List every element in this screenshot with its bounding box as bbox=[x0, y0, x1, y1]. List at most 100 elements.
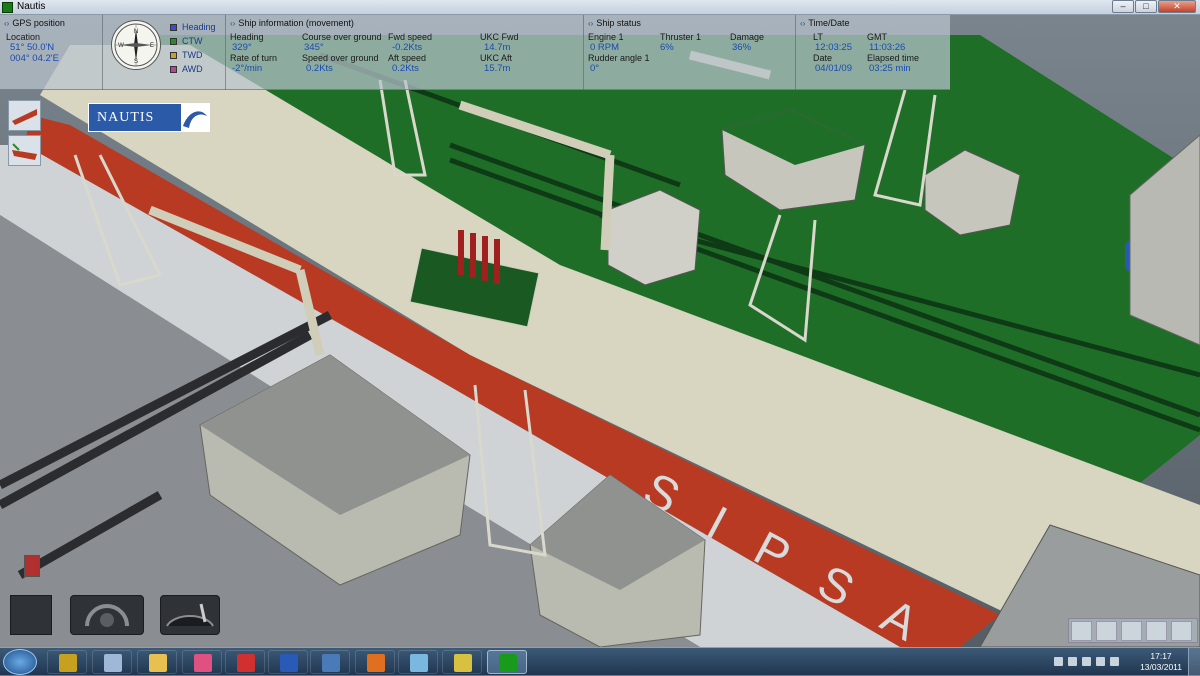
expand-arrows-icon[interactable]: ‹› bbox=[800, 19, 805, 28]
heading-value: 329° bbox=[232, 42, 252, 53]
elapsed-label: Elapsed time bbox=[867, 53, 920, 63]
volume-icon[interactable] bbox=[1110, 657, 1119, 666]
engine-value: 0 RPM bbox=[590, 42, 620, 53]
ukc-aft-value: 15.7m bbox=[484, 63, 511, 74]
heading-label: Heading bbox=[230, 32, 264, 42]
taskbar-button[interactable] bbox=[268, 650, 308, 674]
calculator-icon bbox=[104, 654, 122, 672]
damage-label: Damage bbox=[730, 32, 765, 42]
wave-logo-icon bbox=[181, 104, 209, 132]
ukc-fwd-label: UKC Fwd bbox=[480, 32, 519, 42]
media-icon bbox=[59, 654, 77, 672]
steering-wheel-icon bbox=[85, 604, 129, 627]
expand-arrows-icon[interactable]: ‹› bbox=[230, 19, 235, 28]
color-view-button[interactable] bbox=[1071, 621, 1092, 641]
folder-icon bbox=[149, 654, 167, 672]
date-value: 04/01/09 bbox=[815, 63, 852, 74]
taskbar-button[interactable] bbox=[92, 650, 132, 674]
show-desktop-button[interactable] bbox=[1188, 648, 1200, 676]
sog-label: Speed over ground bbox=[302, 53, 379, 63]
thruster-label: Thruster 1 bbox=[660, 32, 702, 42]
system-clock[interactable]: 17:17 13/03/2011 bbox=[1140, 651, 1182, 673]
taskbar-button[interactable] bbox=[182, 650, 222, 674]
ship-status-panel: ‹› Ship status Engine 1 0 RPM Thruster 1 … bbox=[584, 15, 796, 90]
wireframe-view-button[interactable] bbox=[1096, 621, 1117, 641]
maximize-button[interactable]: □ bbox=[1135, 0, 1157, 13]
rudder-value: 0° bbox=[590, 63, 600, 74]
gmt-value: 11:03:26 bbox=[869, 42, 906, 53]
aft-speed-label: Aft speed bbox=[388, 53, 427, 63]
word-icon bbox=[280, 654, 298, 672]
close-button[interactable]: ✕ bbox=[1158, 0, 1196, 13]
minimize-button[interactable]: – bbox=[1112, 0, 1134, 13]
gmt-label: GMT bbox=[867, 32, 887, 42]
ship-view-thumbnail-2[interactable] bbox=[8, 135, 41, 166]
aft-speed-value: 0.2Kts bbox=[392, 63, 419, 74]
system-tray: 17:17 13/03/2011 bbox=[1040, 648, 1200, 676]
camera-view-button[interactable] bbox=[1121, 621, 1142, 641]
cog-label: Course over ground bbox=[302, 32, 382, 42]
thruster-lever-icon bbox=[166, 603, 214, 627]
location-label: Location bbox=[6, 32, 41, 42]
sog-value: 0.2Kts bbox=[306, 63, 333, 74]
flag-icon[interactable] bbox=[1068, 657, 1077, 666]
firefox-icon bbox=[367, 654, 385, 672]
taskbar-button[interactable] bbox=[47, 650, 87, 674]
taskbar-button[interactable] bbox=[225, 650, 265, 674]
ship-status-header: Ship status bbox=[596, 18, 641, 28]
latitude-value: 51° 50.0'N bbox=[10, 42, 55, 53]
camera-view-toolbar bbox=[1068, 618, 1198, 643]
acrobat-icon bbox=[237, 654, 255, 672]
taskbar-button[interactable] bbox=[442, 650, 482, 674]
engine-telegraph-control[interactable] bbox=[10, 595, 52, 635]
taskbar-button[interactable] bbox=[355, 650, 395, 674]
window-title: Nautis bbox=[17, 1, 46, 12]
tool-view-button[interactable] bbox=[1171, 621, 1192, 641]
ship-info-panel: ‹› Ship information (movement) Heading 32… bbox=[226, 15, 584, 90]
paint-icon bbox=[194, 654, 212, 672]
date-label: Date bbox=[813, 53, 833, 63]
taskbar-button[interactable] bbox=[310, 650, 350, 674]
compass-panel bbox=[103, 15, 226, 90]
clock-date: 13/03/2011 bbox=[1140, 662, 1182, 672]
ship-hull-icon bbox=[12, 109, 37, 125]
cog-value: 345° bbox=[304, 42, 324, 53]
ship-info-header: Ship information (movement) bbox=[238, 18, 354, 28]
elapsed-value: 03:25 min bbox=[869, 63, 911, 74]
rudder-label: Rudder angle 1 bbox=[588, 53, 650, 63]
ship-hull-icon bbox=[12, 143, 37, 160]
time-date-panel: ‹› Time/Date LT 12:03:25 GMT 11:03:26 Dat… bbox=[796, 15, 950, 90]
windows-taskbar: 17:17 13/03/2011 bbox=[0, 647, 1200, 676]
fwd-speed-value: -0.2Kts bbox=[392, 42, 423, 53]
window-titlebar: Nautis – □ ✕ bbox=[0, 0, 1200, 15]
nautis-logo: NAUTIS bbox=[88, 103, 210, 132]
taskbar-button[interactable] bbox=[398, 650, 438, 674]
alarm-indicator[interactable] bbox=[24, 555, 40, 577]
ukc-aft-label: UKC Aft bbox=[480, 53, 513, 63]
longitude-value: 004° 04.2'E bbox=[10, 53, 59, 64]
logo-text: NAUTIS bbox=[97, 110, 155, 125]
lt-label: LT bbox=[813, 32, 823, 42]
rot-value: -2°/min bbox=[232, 63, 263, 74]
expand-arrows-icon[interactable]: ‹› bbox=[4, 19, 9, 28]
clock-time: 17:17 bbox=[1150, 651, 1172, 661]
ship-view-thumbnail-1[interactable] bbox=[8, 100, 41, 131]
pin-view-button[interactable] bbox=[1146, 621, 1167, 641]
fwd-speed-label: Fwd speed bbox=[388, 32, 433, 42]
rudder-wheel-control[interactable] bbox=[70, 595, 144, 635]
nautis-app-icon bbox=[2, 2, 13, 13]
thruster-lever-control[interactable] bbox=[160, 595, 220, 635]
expand-arrows-icon[interactable]: ‹› bbox=[588, 19, 593, 28]
tray-arrow-icon[interactable] bbox=[1054, 657, 1063, 666]
thunderbird-icon bbox=[322, 654, 340, 672]
start-button[interactable] bbox=[3, 649, 37, 675]
gps-header: GPS position bbox=[12, 18, 65, 28]
notepad-icon bbox=[410, 654, 428, 672]
network-status-icon[interactable] bbox=[1096, 657, 1105, 666]
gps-panel: ‹› GPS position Location 51° 50.0'N 004° … bbox=[0, 15, 103, 90]
taskbar-button[interactable] bbox=[487, 650, 527, 674]
rot-label: Rate of turn bbox=[230, 53, 278, 63]
taskbar-button[interactable] bbox=[137, 650, 177, 674]
time-header: Time/Date bbox=[808, 18, 850, 28]
usb-icon[interactable] bbox=[1082, 657, 1091, 666]
